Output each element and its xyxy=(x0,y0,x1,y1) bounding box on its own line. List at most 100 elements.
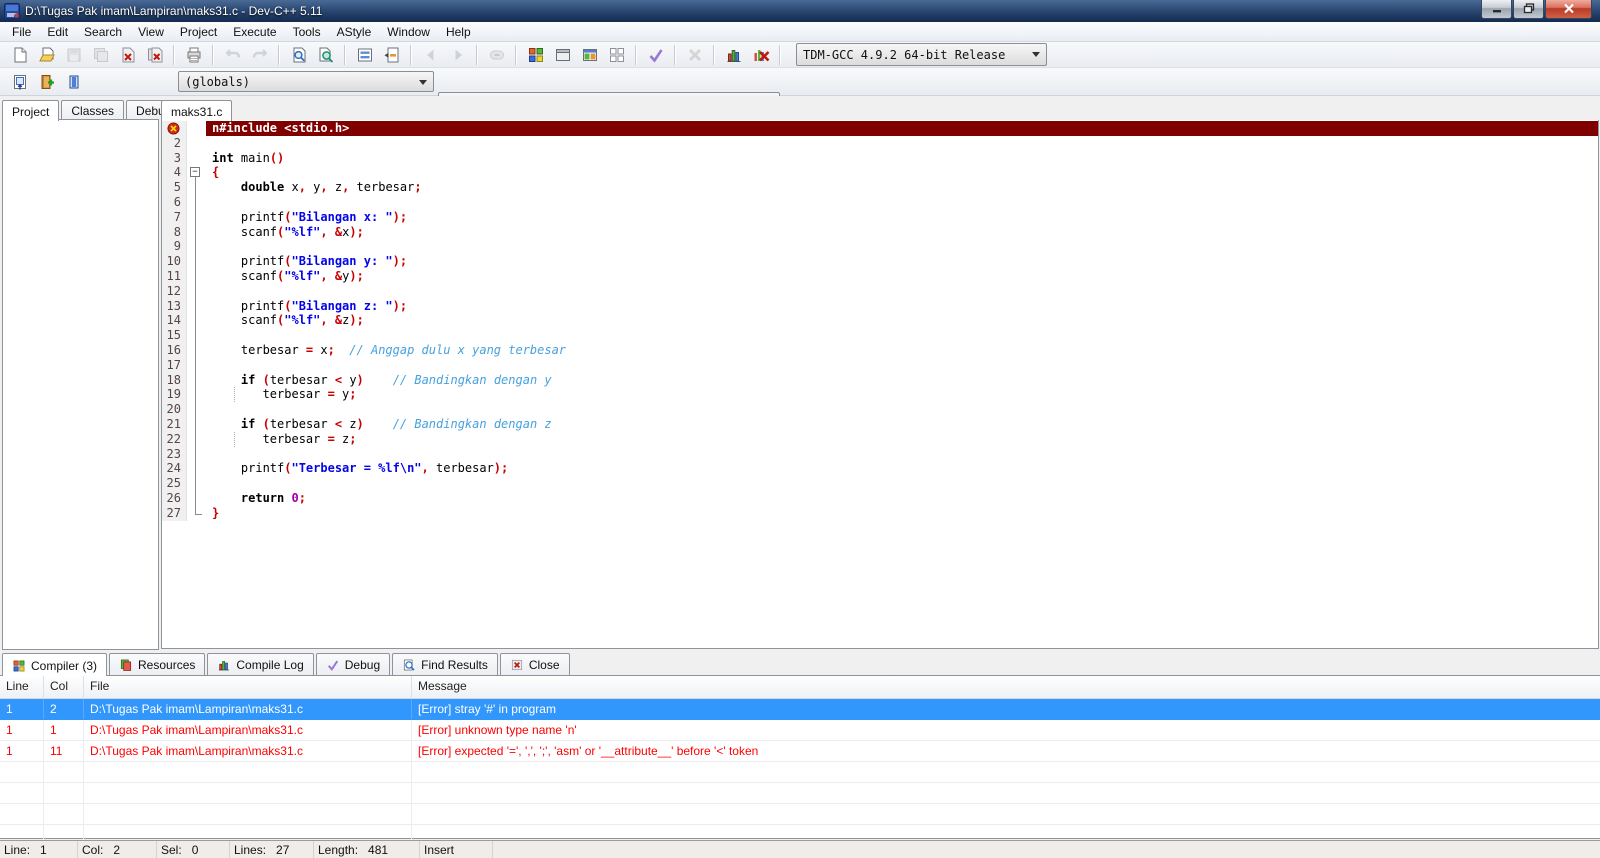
compile-button[interactable] xyxy=(523,43,548,66)
status-lines: Lines: 27 xyxy=(230,841,314,858)
column-header-message[interactable]: Message xyxy=(412,676,1600,698)
code-line: 22 terbesar = z; xyxy=(162,431,1598,447)
error-row[interactable]: 1 1 D:\Tugas Pak imam\Lampiran\maks31.c [Er… xyxy=(0,720,1600,741)
replace-button[interactable] xyxy=(352,43,377,66)
editor-tab-bar: maks31.c xyxy=(161,97,1597,121)
insert-snippet-icon xyxy=(11,73,29,91)
empty-row xyxy=(0,804,1600,825)
status-sel: Sel: 0 xyxy=(157,841,230,858)
code-text: { xyxy=(212,165,220,180)
toolbar-separator xyxy=(779,44,781,65)
tab-debug[interactable]: Debug xyxy=(315,653,391,675)
code-editor[interactable]: n#include <stdio.h> 2 3 int main() 4− {5 doub… xyxy=(161,120,1599,649)
rebuild-all-button[interactable] xyxy=(604,43,629,66)
code-line: 16 terbesar = x; // Anggap dulu x yang t… xyxy=(162,342,1598,358)
project-panel[interactable] xyxy=(2,119,159,650)
empty-row xyxy=(0,783,1600,804)
menu-item-file[interactable]: File xyxy=(4,23,39,41)
compiler-profile-select[interactable]: TDM-GCC 4.9.2 64-bit Release xyxy=(796,43,1047,66)
menu-item-tools[interactable]: Tools xyxy=(285,23,329,41)
column-header-col[interactable]: Col xyxy=(44,676,84,698)
code-text: printf("Bilangan y: "); xyxy=(212,254,408,269)
fold-column xyxy=(186,476,206,491)
editor-tab-maks31c[interactable]: maks31.c xyxy=(161,100,233,121)
delete-profiling-button[interactable] xyxy=(748,43,773,66)
run-button[interactable] xyxy=(550,43,575,66)
fold-column xyxy=(186,431,206,447)
menu-item-view[interactable]: View xyxy=(130,23,172,41)
toggle-bookmark-button[interactable] xyxy=(34,70,59,93)
menu-item-astyle[interactable]: AStyle xyxy=(329,23,380,41)
back-button[interactable] xyxy=(418,43,443,66)
column-header-file[interactable]: File xyxy=(84,676,412,698)
redo-button[interactable] xyxy=(247,43,272,66)
options-ellipsis-button[interactable] xyxy=(484,43,509,66)
fold-collapse-icon[interactable]: − xyxy=(190,167,200,178)
compile-and-run-button[interactable] xyxy=(577,43,602,66)
save-all-button[interactable] xyxy=(88,43,113,66)
find-in-files-button[interactable] xyxy=(313,43,338,66)
gutter-cell: 9 xyxy=(162,239,186,255)
goto-bookmark-button[interactable] xyxy=(61,70,86,93)
goto-line-button[interactable] xyxy=(379,43,404,66)
restore-button[interactable] xyxy=(1513,0,1544,19)
menu-item-edit[interactable]: Edit xyxy=(39,23,76,41)
open-file-button[interactable] xyxy=(34,43,59,66)
fold-line xyxy=(195,342,196,358)
globals-select[interactable]: (globals) xyxy=(178,71,434,92)
find-button[interactable] xyxy=(286,43,311,66)
table-cell xyxy=(44,783,84,803)
close-all-files-button[interactable] xyxy=(142,43,167,66)
close-button[interactable] xyxy=(1545,0,1592,19)
table-cell: 1 xyxy=(0,741,44,761)
toolbar-separator xyxy=(173,44,175,65)
save-button[interactable] xyxy=(61,43,86,66)
gutter-cell: 13 xyxy=(162,298,186,314)
fold-column xyxy=(186,357,206,373)
undo-button[interactable] xyxy=(220,43,245,66)
workspace: Project Classes Debug maks31.c n#include <… xyxy=(0,96,1600,651)
tab-close[interactable]: Close xyxy=(499,653,570,675)
tab-project[interactable]: Project xyxy=(2,100,60,121)
minimize-button[interactable] xyxy=(1481,0,1512,19)
insert-snippet-button[interactable] xyxy=(7,70,32,93)
menu-item-search[interactable]: Search xyxy=(76,23,130,41)
menu-item-execute[interactable]: Execute xyxy=(225,23,284,41)
menu-item-help[interactable]: Help xyxy=(438,23,479,41)
fold-line xyxy=(195,461,196,477)
column-header-line[interactable]: Line xyxy=(0,676,44,698)
gutter-cell: 8 xyxy=(162,224,186,240)
status-lines-value: 27 xyxy=(276,842,290,857)
new-file-button[interactable] xyxy=(7,43,32,66)
tab-label: Debug xyxy=(344,658,381,672)
menu-item-window[interactable]: Window xyxy=(379,23,438,41)
forward-button[interactable] xyxy=(445,43,470,66)
error-row[interactable]: 1 2 D:\Tugas Pak imam\Lampiran\maks31.c [Er… xyxy=(0,699,1600,720)
tab-classes[interactable]: Classes xyxy=(61,100,125,120)
goto-bookmark-icon xyxy=(65,73,83,91)
tab-resources[interactable]: Resources xyxy=(109,653,206,675)
save-icon xyxy=(65,46,83,64)
profile-analysis-button[interactable] xyxy=(721,43,746,66)
menu-item-project[interactable]: Project xyxy=(172,23,225,41)
abort-button[interactable] xyxy=(682,43,707,66)
print-button[interactable] xyxy=(181,43,206,66)
resources-icon xyxy=(119,658,133,672)
fold-column xyxy=(186,121,206,136)
tab-compiler[interactable]: Compiler (3) xyxy=(2,653,108,676)
app-icon xyxy=(4,3,20,19)
tab-compile-log[interactable]: Compile Log xyxy=(207,653,314,675)
error-row[interactable]: 1 11 D:\Tugas Pak imam\Lampiran\maks31.c [E… xyxy=(0,741,1600,762)
gutter-cell: 11 xyxy=(162,268,186,284)
close-file-icon xyxy=(119,46,137,64)
close-file-button[interactable] xyxy=(115,43,140,66)
tab-find-results[interactable]: Find Results xyxy=(392,653,498,675)
status-col: Col: 2 xyxy=(78,841,157,858)
print-icon xyxy=(185,46,203,64)
table-cell xyxy=(44,804,84,824)
code-text: if (terbesar < y) // Bandingkan dengan y xyxy=(240,372,552,387)
toggle-bookmark-icon xyxy=(38,73,56,91)
syntax-check-button[interactable] xyxy=(643,43,668,66)
